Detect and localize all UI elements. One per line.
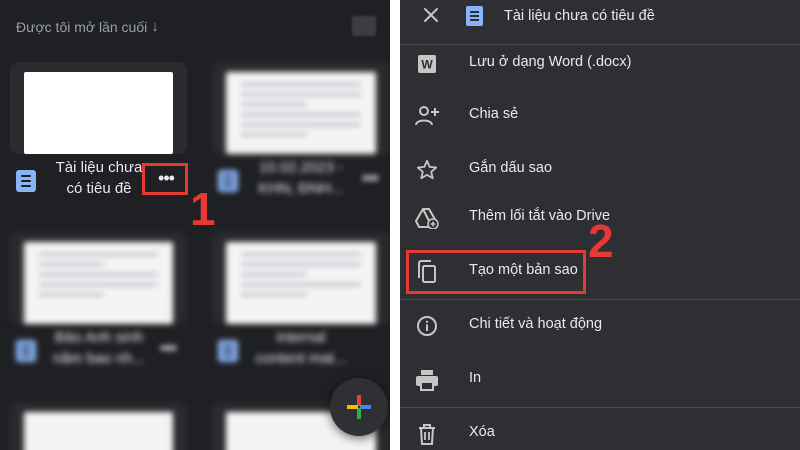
close-icon xyxy=(424,8,438,22)
word-icon: W xyxy=(414,51,440,77)
google-plus-icon xyxy=(347,395,371,419)
file-card[interactable] xyxy=(10,232,187,324)
file-card[interactable] xyxy=(10,62,187,154)
file-thumbnail xyxy=(24,242,173,324)
sort-control[interactable]: Được tôi mở lần cuối ↓ xyxy=(16,18,159,35)
close-button[interactable] xyxy=(420,4,442,26)
menu-header: Tài liệu chưa có tiêu đề xyxy=(400,0,800,34)
google-docs-icon xyxy=(16,340,36,362)
file-title: Bảo Anh sinh năm bao nh... xyxy=(53,329,145,367)
trash-icon xyxy=(414,421,440,447)
info-icon xyxy=(414,313,440,339)
new-file-fab[interactable] xyxy=(330,378,388,436)
sort-arrow-icon: ↓ xyxy=(151,18,159,35)
menu-item-label: Gắn dấu sao xyxy=(469,160,553,176)
menu-item-print[interactable]: In xyxy=(400,354,800,404)
menu-item-delete[interactable]: Xóa xyxy=(400,408,800,450)
menu-item-label: Xóa xyxy=(469,424,495,440)
view-toggle-icon[interactable] xyxy=(352,16,376,36)
file-title: 10.02.2023 - KHN, ĐNH... xyxy=(258,159,344,197)
file-grid-panel: Được tôi mở lần cuối ↓ Tài liệu chưa có … xyxy=(0,0,390,450)
google-docs-icon xyxy=(218,170,238,192)
print-icon xyxy=(414,367,440,393)
menu-item-details[interactable]: Chi tiết và hoạt động xyxy=(400,300,800,350)
sort-label: Được tôi mở lần cuối xyxy=(16,18,148,35)
menu-file-title: Tài liệu chưa có tiêu đề xyxy=(504,8,655,24)
make-copy-highlight xyxy=(406,250,586,294)
menu-item-share[interactable]: Chia sẻ xyxy=(400,90,800,140)
menu-item-label: Chi tiết và hoạt động xyxy=(469,316,603,332)
step-marker-1: 1 xyxy=(190,183,216,235)
panel-divider xyxy=(390,0,400,450)
drive-shortcut-icon xyxy=(414,205,440,231)
file-thumbnail xyxy=(24,412,173,450)
more-options-highlight xyxy=(142,163,188,195)
file-title: internal content mat... xyxy=(255,329,347,367)
star-icon xyxy=(414,157,440,183)
file-title: Tài liệu chưa có tiêu đề xyxy=(55,159,143,197)
file-card[interactable] xyxy=(212,232,390,324)
step-marker-2: 2 xyxy=(588,215,614,267)
menu-item-star[interactable]: Gắn dấu sao xyxy=(400,144,800,194)
menu-item-label: Chia sẻ xyxy=(469,106,519,122)
menu-item-label: In xyxy=(469,370,482,386)
file-thumbnail xyxy=(24,72,173,154)
more-options-button[interactable]: ••• xyxy=(352,168,388,189)
more-options-button[interactable]: ••• xyxy=(150,338,186,359)
menu-item-save-as-word[interactable]: W Lưu ở dạng Word (.docx) xyxy=(400,38,800,88)
file-thumbnail xyxy=(226,72,376,154)
menu-item-label: Lưu ở dạng Word (.docx) xyxy=(469,54,632,70)
file-thumbnail xyxy=(226,242,376,324)
file-card[interactable] xyxy=(10,402,187,450)
person-add-icon xyxy=(414,103,440,129)
file-card[interactable] xyxy=(212,62,390,154)
google-docs-icon xyxy=(16,170,36,192)
google-docs-icon xyxy=(218,340,238,362)
svg-text:W: W xyxy=(421,58,433,72)
google-docs-icon xyxy=(466,6,483,26)
